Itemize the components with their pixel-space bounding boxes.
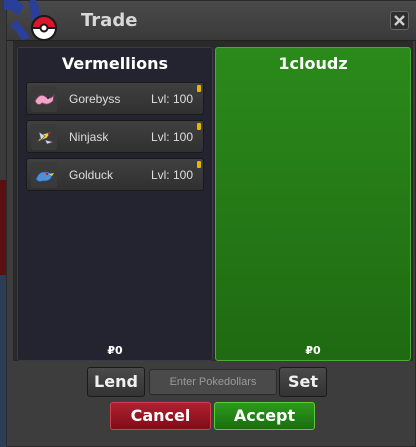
gorebyss-icon	[31, 86, 57, 112]
held-item-icon	[197, 85, 201, 92]
cancel-button[interactable]: Cancel	[110, 402, 211, 430]
close-button[interactable]	[390, 11, 409, 30]
partner-offer-panel: 1cloudz ₽0	[215, 47, 411, 361]
titlebar[interactable]: Trade	[7, 1, 416, 41]
my-offer-panel: Vermellions Gorebyss Lvl: 100 Ninjask Lv…	[17, 47, 213, 361]
window-title: Trade	[81, 10, 138, 31]
my-offer-owner: Vermellions	[61, 54, 169, 73]
pokemon-level: Lvl: 100	[150, 92, 193, 106]
pokemon-level: Lvl: 100	[150, 168, 193, 182]
set-money-button[interactable]: Set	[279, 367, 327, 397]
lend-button[interactable]: Lend	[87, 367, 145, 397]
accept-button[interactable]: Accept	[214, 402, 315, 430]
offer-pokemon-row[interactable]: Gorebyss Lvl: 100	[26, 82, 204, 115]
pokeball-logo-icon	[4, 0, 58, 41]
partner-offer-money: ₽0	[305, 344, 321, 357]
held-item-icon	[197, 161, 201, 168]
trade-panels: Vermellions Gorebyss Lvl: 100 Ninjask Lv…	[13, 41, 413, 361]
offer-pokemon-row[interactable]: Golduck Lvl: 100	[26, 158, 204, 191]
partner-offer-owner: 1cloudz	[278, 54, 348, 73]
pokedollars-input[interactable]: Enter Pokedollars	[149, 369, 277, 395]
trade-window: Trade Vermellions Gorebyss Lvl: 100 Ninj…	[6, 0, 416, 447]
pokemon-name: Golduck	[69, 168, 114, 182]
ninjask-icon	[31, 124, 57, 150]
pokemon-name: Ninjask	[69, 130, 109, 144]
held-item-icon	[197, 123, 201, 130]
close-icon	[394, 15, 405, 26]
golduck-icon	[31, 162, 57, 188]
pokemon-level: Lvl: 100	[150, 130, 193, 144]
offer-pokemon-row[interactable]: Ninjask Lvl: 100	[26, 120, 204, 153]
my-offer-money: ₽0	[107, 344, 123, 357]
pokemon-name: Gorebyss	[69, 92, 121, 106]
